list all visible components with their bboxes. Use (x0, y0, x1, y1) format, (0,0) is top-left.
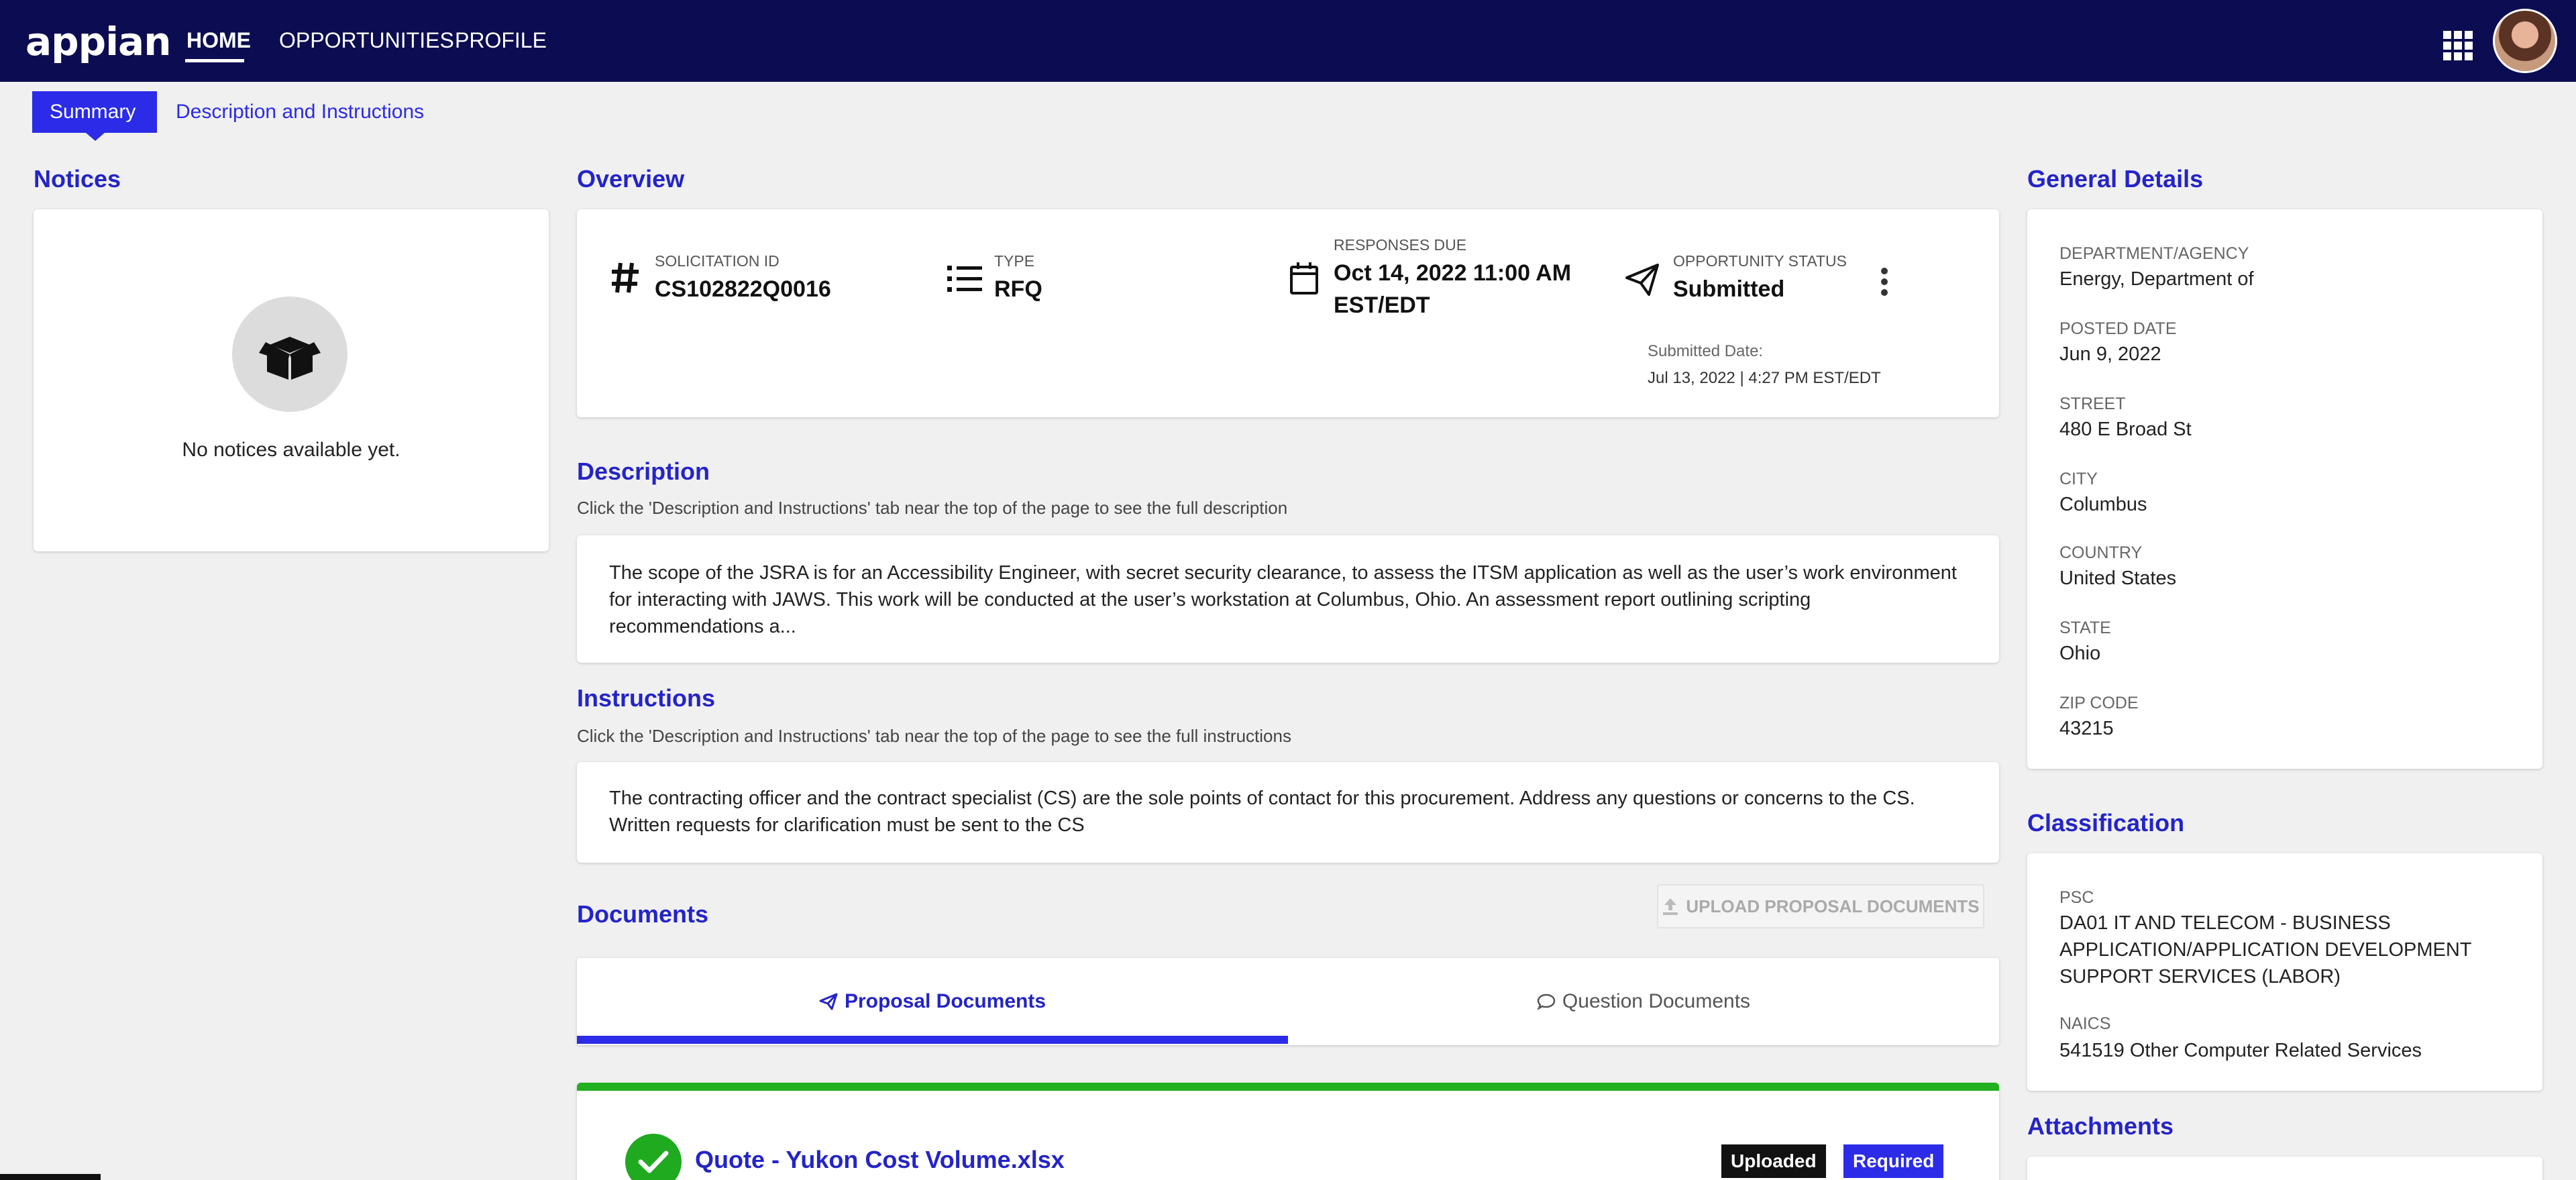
active-tab-indicator (577, 1036, 1288, 1044)
psc-line-1: DA01 IT AND TELECOM - BUSINESS (2059, 912, 2391, 934)
appian-logo[interactable]: appian (25, 19, 171, 64)
solicitation-id-value: CS102822Q0016 (655, 276, 831, 302)
proposal-documents-label: Proposal Documents (844, 990, 1046, 1012)
speech-bubble-icon (1537, 994, 1556, 1010)
grid-icon[interactable] (2443, 31, 2473, 60)
description-line-1: The scope of the JSRA is for an Accessib… (609, 562, 1957, 584)
hash-icon (612, 262, 639, 293)
psc-line-2: APPLICATION/APPLICATION DEVELOPMENT (2059, 939, 2472, 961)
opportunity-status-value: Submitted (1673, 276, 1785, 302)
notices-title: Notices (34, 165, 121, 193)
uploaded-badge: Uploaded (1721, 1144, 1826, 1178)
list-icon (947, 266, 982, 292)
nav-opportunities[interactable]: OPPORTUNITIES (279, 28, 454, 53)
description-line-3: recommendations a... (609, 616, 796, 637)
responses-due-date: Oct 14, 2022 11:00 AM (1334, 260, 1572, 286)
tab-description-and-instructions[interactable]: Description and Instructions (158, 91, 441, 133)
paper-plane-icon (1625, 264, 1659, 296)
required-badge: Required (1843, 1144, 1944, 1178)
no-notices-text: No notices available yet. (182, 439, 400, 461)
attachments-card (2027, 1157, 2542, 1180)
paper-plane-icon (819, 993, 838, 1010)
top-navigation-bar: appian HOME OPPORTUNITIES PROFILE (0, 0, 2576, 82)
description-card: The scope of the JSRA is for an Accessib… (577, 535, 1999, 663)
responses-due-timezone: EST/EDT (1334, 292, 1430, 318)
posted-date-value: Jun 9, 2022 (2059, 343, 2161, 365)
tab-proposal-documents[interactable]: Proposal Documents (577, 958, 1288, 1045)
upload-icon (1663, 898, 1678, 915)
question-documents-label: Question Documents (1562, 990, 1751, 1012)
description-hint: Click the 'Description and Instructions'… (577, 498, 1288, 518)
country-value: United States (2059, 568, 2177, 589)
notices-card: No notices available yet. (34, 209, 549, 551)
posted-date-label: POSTED DATE (2059, 319, 2177, 338)
attachments-title: Attachments (2027, 1112, 2174, 1140)
street-value: 480 E Broad St (2059, 419, 2192, 440)
solicitation-id-label: SOLICITATION ID (655, 252, 780, 270)
document-item-card: Quote - Yukon Cost Volume.xlsx Uploaded … (577, 1083, 1999, 1180)
overview-card: SOLICITATION ID CS102822Q0016 TYPE RFQ R… (577, 209, 1999, 417)
zip-code-label: ZIP CODE (2059, 694, 2139, 712)
submitted-date-label: Submitted Date: (1648, 342, 1764, 360)
city-label: CITY (2059, 470, 2098, 488)
nav-profile[interactable]: PROFILE (455, 28, 547, 53)
document-tabs: Proposal Documents Question Documents (577, 958, 1999, 1045)
description-title: Description (577, 458, 710, 485)
tab-question-documents[interactable]: Question Documents (1288, 958, 1999, 1045)
department-agency-value: Energy, Department of (2059, 268, 2254, 290)
overview-title: Overview (577, 165, 685, 193)
naics-label: NAICS (2059, 1014, 2111, 1033)
documents-title: Documents (577, 900, 709, 928)
instructions-card: The contracting officer and the contract… (577, 762, 1999, 863)
state-value: Ohio (2059, 643, 2101, 664)
nav-home-underline (185, 59, 244, 62)
psc-label: PSC (2059, 888, 2094, 907)
description-line-2: for interacting with JAWS. This work wil… (609, 589, 1811, 610)
classification-card: PSC DA01 IT AND TELECOM - BUSINESS APPLI… (2027, 853, 2542, 1091)
responses-due-label: RESPONSES DUE (1334, 236, 1467, 254)
psc-line-3: SUPPORT SERVICES (LABOR) (2059, 966, 2341, 987)
calendar-icon (1290, 262, 1318, 294)
department-agency-label: DEPARTMENT/AGENCY (2059, 244, 2249, 263)
classification-title: Classification (2027, 809, 2185, 837)
more-vertical-icon[interactable] (1880, 267, 1889, 297)
type-label: TYPE (994, 252, 1035, 270)
city-value: Columbus (2059, 494, 2147, 515)
document-name-link[interactable]: Quote - Yukon Cost Volume.xlsx (695, 1146, 1065, 1174)
state-label: STATE (2059, 619, 2111, 637)
user-avatar[interactable] (2493, 9, 2557, 73)
submitted-date-value: Jul 13, 2022 | 4:27 PM EST/EDT (1648, 369, 1881, 387)
naics-value: 541519 Other Computer Related Services (2059, 1040, 2422, 1061)
instructions-title: Instructions (577, 684, 716, 712)
box-icon (232, 297, 347, 412)
country-label: COUNTRY (2059, 543, 2143, 562)
instructions-line-1: The contracting officer and the contract… (609, 788, 1915, 809)
general-details-card: DEPARTMENT/AGENCY Energy, Department of … (2027, 209, 2542, 769)
upload-button-label: UPLOAD PROPOSAL DOCUMENTS (1686, 896, 1980, 916)
instructions-hint: Click the 'Description and Instructions'… (577, 726, 1291, 746)
instructions-line-2: Written requests for clarification must … (609, 814, 1085, 836)
street-label: STREET (2059, 394, 2126, 413)
tab-summary[interactable]: Summary (32, 91, 157, 141)
opportunity-status-label: OPPORTUNITY STATUS (1673, 252, 1847, 270)
nav-home[interactable]: HOME (186, 28, 251, 53)
zip-code-value: 43215 (2059, 718, 2114, 739)
check-circle-icon (625, 1134, 682, 1180)
general-details-title: General Details (2027, 165, 2204, 193)
upload-proposal-documents-button[interactable]: UPLOAD PROPOSAL DOCUMENTS (1657, 884, 1984, 928)
type-value: RFQ (994, 276, 1042, 302)
scrollbar-indicator (0, 1174, 101, 1180)
